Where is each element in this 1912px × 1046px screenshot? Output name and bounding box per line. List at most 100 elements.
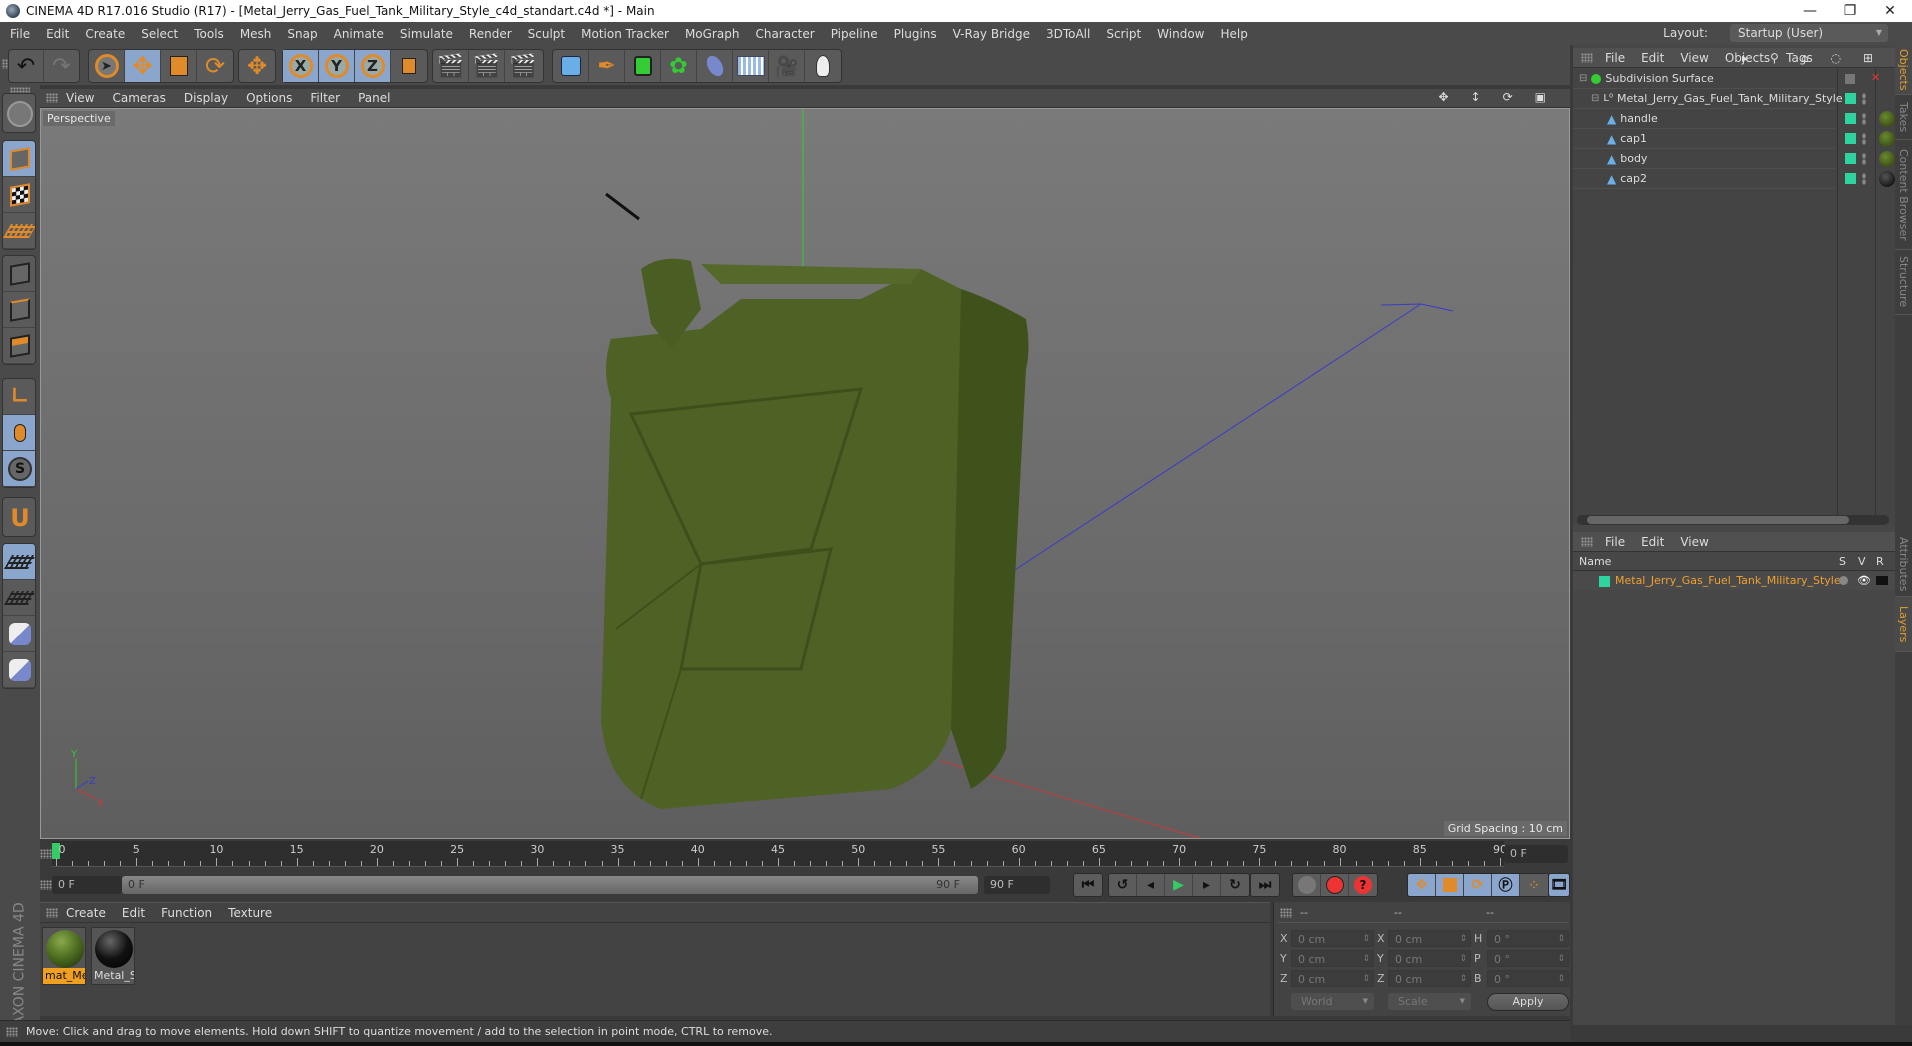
viewport-menu-options[interactable]: Options	[246, 91, 292, 105]
controls-grip[interactable]	[40, 880, 52, 890]
layout-dropdown[interactable]: Startup (User)	[1730, 24, 1888, 42]
size-y-field[interactable]: 0 cm	[1388, 950, 1471, 968]
python-button-2[interactable]	[3, 652, 35, 688]
layers-menu-file[interactable]: File	[1605, 535, 1625, 549]
size-mode-dropdown[interactable]: Scale	[1388, 993, 1471, 1010]
material-tag-icon[interactable]	[1879, 171, 1895, 187]
material-menu-texture[interactable]: Texture	[228, 906, 272, 920]
menu-motion-tracker[interactable]: Motion Tracker	[581, 27, 669, 41]
play-backwards-button[interactable]: ◂	[1137, 874, 1165, 896]
tab-structure[interactable]: Structure	[1895, 250, 1912, 315]
objects-hscrollbar[interactable]	[1577, 515, 1889, 525]
layer-color-box[interactable]	[1845, 113, 1856, 124]
move-tool-button[interactable]: ✥	[125, 50, 161, 82]
key-rotation-button[interactable]: ⟳	[1464, 874, 1492, 896]
menu-select[interactable]: Select	[141, 27, 178, 41]
menu-help[interactable]: Help	[1220, 27, 1247, 41]
layer-color-box[interactable]	[1845, 173, 1856, 184]
menu-snap[interactable]: Snap	[287, 27, 317, 41]
maximize-view-icon[interactable]: ▣	[1535, 90, 1546, 104]
points-mode-button[interactable]	[3, 256, 35, 292]
undo-button[interactable]: ↶	[9, 50, 45, 82]
rotation-p-field[interactable]: 0 °	[1487, 950, 1569, 968]
material-menu-function[interactable]: Function	[161, 906, 212, 920]
rotate-tool-button[interactable]: ⟳	[197, 50, 233, 82]
menu-vray-bridge[interactable]: V-Ray Bridge	[953, 27, 1030, 41]
layer-color-box[interactable]	[1845, 93, 1856, 104]
menu-script[interactable]: Script	[1106, 27, 1141, 41]
material-tag-icon[interactable]	[1879, 111, 1895, 127]
menu-edit[interactable]: Edit	[46, 27, 69, 41]
viewport-perspective[interactable]: Perspective Y Z X Grid Spacing : 10 cm	[40, 108, 1570, 839]
cube-button[interactable]	[553, 50, 589, 82]
object-row-handle[interactable]: ▲ handle	[1573, 109, 1895, 129]
objects-menu-file[interactable]: File	[1605, 51, 1625, 65]
snapping-button[interactable]: U	[3, 498, 35, 536]
floor-button[interactable]	[733, 50, 769, 82]
pen-spline-button[interactable]: ✒	[589, 50, 625, 82]
light-button[interactable]	[805, 50, 841, 82]
layers-menu-edit[interactable]: Edit	[1641, 535, 1664, 549]
scrollbar-thumb[interactable]	[1587, 516, 1849, 524]
coordinate-system-button[interactable]	[391, 50, 427, 82]
y-axis-button[interactable]: Y	[319, 50, 355, 82]
objects-grip[interactable]	[1581, 53, 1593, 63]
start-frame-field[interactable]: 0 F	[52, 876, 122, 894]
z-axis-button[interactable]: Z	[355, 50, 391, 82]
autokey-button[interactable]	[1321, 874, 1349, 896]
layer-color-box[interactable]	[1845, 153, 1856, 164]
live-selection-button[interactable]: ➤	[89, 50, 125, 82]
material-menu-edit[interactable]: Edit	[122, 906, 145, 920]
visibility-dots[interactable]	[1862, 93, 1866, 105]
coordinate-mode-dropdown[interactable]: World	[1291, 993, 1374, 1010]
cloner-button[interactable]: ✿	[661, 50, 697, 82]
menu-render[interactable]: Render	[469, 27, 512, 41]
col-name[interactable]: Name	[1579, 555, 1611, 568]
visibility-dots[interactable]	[1862, 173, 1866, 185]
new-window-icon[interactable]: ⊞	[1863, 51, 1873, 65]
render-view-button[interactable]: 🎬	[433, 50, 469, 82]
restore-button[interactable]: ❐	[1830, 0, 1870, 22]
object-row-body[interactable]: ▲ body	[1573, 149, 1895, 169]
material-tag-icon[interactable]	[1879, 151, 1895, 167]
menu-window[interactable]: Window	[1157, 27, 1204, 41]
viewport-menu-filter[interactable]: Filter	[310, 91, 340, 105]
minimize-button[interactable]: —	[1790, 0, 1830, 22]
disabled-x-icon[interactable]: ✕	[1871, 71, 1880, 84]
end-frame-field[interactable]: 90 F	[984, 876, 1050, 894]
object-row-subdivision-surface[interactable]: ⊟ Subdivision Surface ✕	[1573, 69, 1880, 89]
scale-tool-button[interactable]	[161, 50, 197, 82]
menu-file[interactable]: File	[10, 27, 30, 41]
record-keys-button[interactable]	[1293, 874, 1321, 896]
frame-range-slider[interactable]: 0 F 90 F	[122, 876, 978, 894]
object-row-cap1[interactable]: ▲ cap1	[1573, 129, 1895, 149]
rotation-b-field[interactable]: 0 °	[1487, 970, 1569, 988]
make-editable-button[interactable]	[3, 94, 35, 132]
coordinates-grip[interactable]	[1280, 908, 1292, 918]
size-z-field[interactable]: 0 cm	[1388, 970, 1471, 988]
render-picture-viewer-button[interactable]: 🎬	[469, 50, 505, 82]
redo-button[interactable]: ↷	[44, 50, 79, 82]
viewport-menu-display[interactable]: Display	[184, 91, 228, 105]
viewport-grip[interactable]	[46, 93, 58, 103]
axis-mode-button[interactable]: ∟	[3, 379, 35, 415]
visibility-dots[interactable]	[1862, 153, 1866, 165]
tab-attributes[interactable]: Attributes	[1895, 532, 1912, 597]
edges-mode-button[interactable]	[3, 292, 35, 328]
solo-dot-icon[interactable]	[1839, 576, 1848, 585]
model-mode-button[interactable]	[3, 141, 35, 177]
menu-simulate[interactable]: Simulate	[400, 27, 453, 41]
apply-button[interactable]: Apply	[1487, 993, 1569, 1011]
timeline-grip[interactable]	[40, 849, 52, 859]
objects-menu-view[interactable]: View	[1680, 51, 1708, 65]
position-y-field[interactable]: 0 cm	[1291, 950, 1374, 968]
col-visible[interactable]: V	[1858, 555, 1866, 568]
planar-workplane-button[interactable]	[3, 580, 35, 616]
python-button-1[interactable]	[3, 616, 35, 652]
current-frame-field[interactable]: 0 F	[1504, 845, 1568, 863]
layer-color-box[interactable]	[1845, 133, 1856, 144]
rotation-h-field[interactable]: 0 °	[1487, 930, 1569, 948]
subdivision-surface-button[interactable]	[625, 50, 661, 82]
visibility-toggle[interactable]	[1845, 74, 1855, 84]
next-key-button[interactable]: ↻	[1221, 874, 1249, 896]
